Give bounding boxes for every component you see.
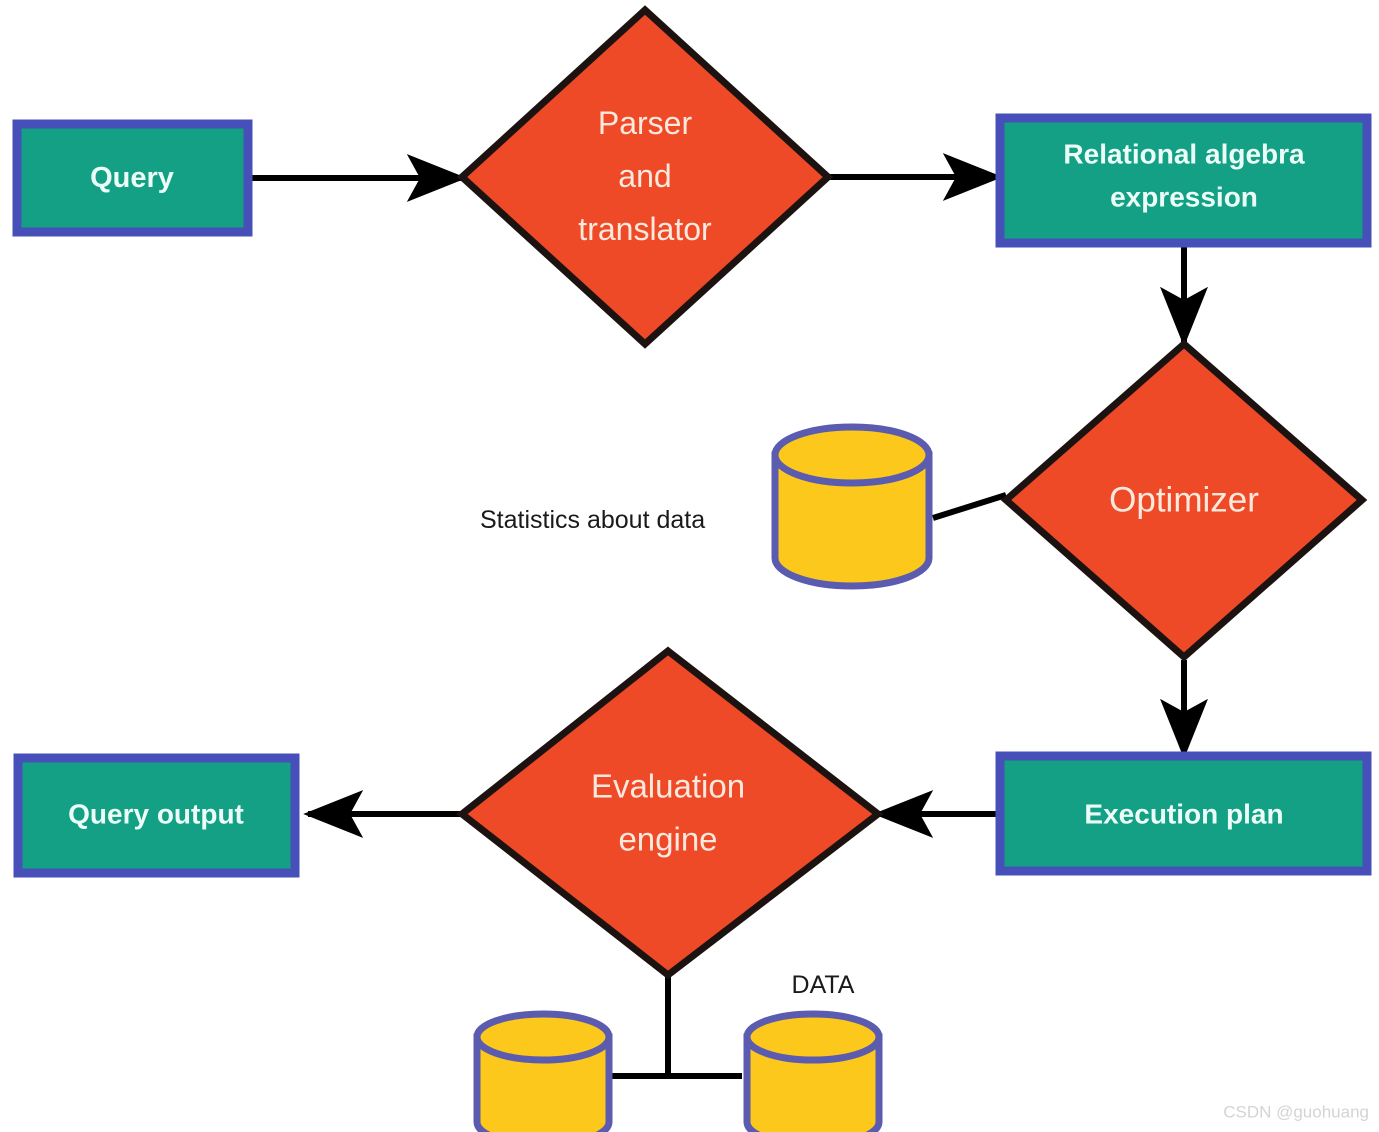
node-optimizer[interactable]: Optimizer — [1000, 339, 1368, 662]
node-statistics-datastore[interactable] — [771, 423, 933, 590]
node-query-output[interactable]: Query output — [13, 753, 300, 878]
edge-statistics-to-optimizer — [932, 492, 1007, 521]
evaluation-engine-label-line1: Evaluation — [591, 768, 745, 805]
query-processing-diagram: Query Parser and translator Relational a… — [12, 5, 1372, 1132]
data-store-left-cylinder-top — [473, 1010, 613, 1064]
execution-plan-label: Execution plan — [1084, 799, 1283, 830]
node-relational-algebra-expression[interactable]: Relational algebra expression — [995, 113, 1372, 248]
evaluation-engine-label-line2: engine — [618, 821, 717, 858]
watermark-label: CSDN @guohuang — [1223, 1103, 1369, 1122]
node-parser-and-translator[interactable]: Parser and translator — [456, 5, 834, 349]
parser-label-line2: and — [618, 158, 671, 194]
node-data-store-left[interactable] — [473, 1010, 613, 1132]
node-data-store-right[interactable] — [743, 1010, 883, 1132]
relational-algebra-label-line2: expression — [1110, 182, 1258, 213]
parser-label-line1: Parser — [598, 105, 693, 141]
statistics-about-data-label: Statistics about data — [480, 506, 705, 534]
relational-algebra-label-line1: Relational algebra — [1063, 139, 1305, 170]
query-output-label: Query output — [68, 799, 244, 830]
data-store-right-cylinder-top — [743, 1010, 883, 1064]
query-label: Query — [90, 162, 174, 194]
data-label: DATA — [792, 971, 855, 999]
node-query[interactable]: Query — [12, 119, 253, 237]
node-execution-plan[interactable]: Execution plan — [995, 751, 1372, 876]
optimizer-label: Optimizer — [1109, 481, 1259, 520]
evaluation-engine-diamond-shape — [456, 646, 884, 980]
connectors — [252, 153, 1208, 1079]
statistics-cylinder-top — [771, 423, 933, 487]
diagram-canvas: Query Parser and translator Relational a… — [0, 0, 1379, 1132]
relational-algebra-box-shape — [995, 113, 1372, 248]
node-evaluation-engine[interactable]: Evaluation engine — [456, 646, 884, 980]
parser-label-line3: translator — [578, 211, 712, 247]
